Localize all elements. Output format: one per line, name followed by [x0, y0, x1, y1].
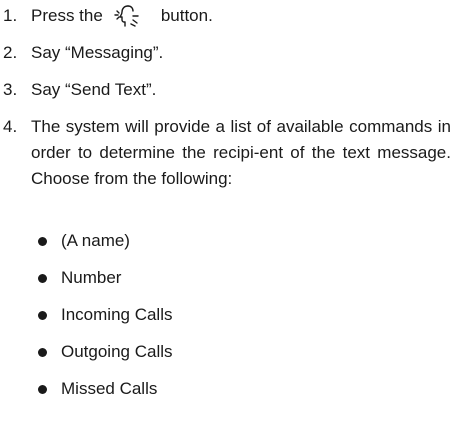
step-number: 2.	[3, 43, 18, 62]
list-item-label: Outgoing Calls	[61, 342, 173, 361]
bullet-dot	[38, 384, 47, 394]
list-item: (A name)	[38, 228, 130, 254]
bullet-dot	[38, 236, 47, 246]
list-item: Missed Calls	[38, 376, 157, 402]
step-3: 3. Say “Send Text”.	[0, 77, 156, 103]
step-text: Say “Send Text”.	[31, 80, 157, 99]
list-item: Number	[38, 265, 121, 291]
step-text-suffix: button.	[160, 6, 213, 25]
list-item-label: Incoming Calls	[61, 305, 173, 324]
step-text: The system will provide a list of availa…	[31, 117, 451, 188]
bullet-dot	[38, 310, 47, 320]
list-item: Incoming Calls	[38, 302, 173, 328]
list-item-label: Missed Calls	[61, 379, 158, 398]
step-number: 1.	[3, 6, 18, 25]
list-item-label: (A name)	[61, 231, 130, 250]
step-text: Say “Messaging”.	[31, 43, 164, 62]
instructions-document: 1. Press the button. 2. Say “Messaging”.	[0, 0, 459, 429]
step-2: 2. Say “Messaging”.	[0, 40, 163, 66]
step-text: Press the	[31, 6, 103, 25]
talk-voice-icon	[113, 3, 141, 29]
step-4: 4. The system will provide a list of ava…	[0, 114, 451, 192]
bullet-dot	[38, 273, 47, 283]
bullet-dot	[38, 347, 47, 357]
list-item: Outgoing Calls	[38, 339, 173, 365]
step-1: 1. Press the button.	[0, 3, 213, 29]
list-item-label: Number	[61, 268, 122, 287]
step-number: 4.	[3, 117, 18, 136]
step-number: 3.	[3, 80, 18, 99]
